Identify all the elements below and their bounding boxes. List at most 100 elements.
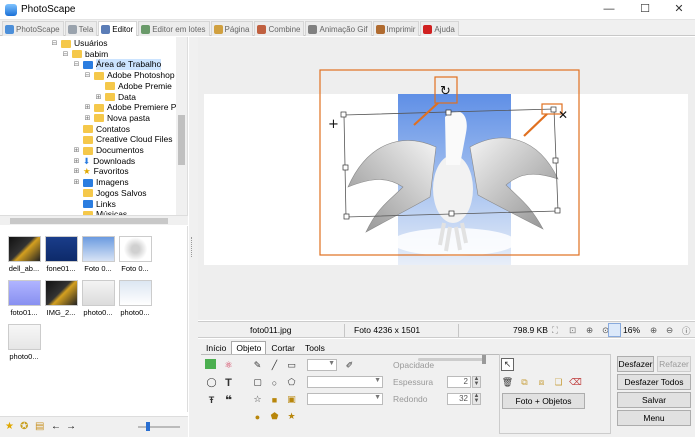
- tab-editor[interactable]: Editor: [98, 21, 138, 36]
- tab-combine[interactable]: Combine: [254, 21, 305, 36]
- open-folder-icon[interactable]: ▤: [35, 421, 44, 432]
- delete-object-icon[interactable]: ✕: [558, 108, 568, 122]
- panel-splitter[interactable]: [189, 37, 198, 437]
- expand-toggle-icon[interactable]: ⊟: [62, 49, 69, 60]
- quote-tool-icon[interactable]: ❝: [222, 393, 235, 407]
- forward-arrow-icon[interactable]: →: [66, 421, 76, 432]
- folder-tree-hscrollbar[interactable]: [0, 215, 188, 225]
- rounded-stepper[interactable]: ▲ ▼: [472, 393, 481, 405]
- scrollbar-thumb[interactable]: [178, 115, 185, 165]
- tree-item[interactable]: ⊟ Área de Trabalho: [73, 59, 162, 71]
- fill-rounded-tool-icon[interactable]: ▣: [285, 393, 298, 406]
- expand-toggle-icon[interactable]: ⊟: [84, 70, 91, 81]
- border-select[interactable]: ▼: [307, 393, 383, 405]
- tree-item[interactable]: ⊟ Adobe Photoshop: [84, 70, 175, 81]
- photo-objects-button[interactable]: Foto + Objetos: [502, 393, 585, 409]
- line-tool-icon[interactable]: ╱: [268, 359, 281, 372]
- select-cursor-icon[interactable]: ↖: [501, 358, 514, 371]
- folder-tree-scrollbar[interactable]: [176, 37, 187, 215]
- fill-rect-tool-icon[interactable]: ■: [268, 393, 281, 406]
- subtab-objeto[interactable]: Objeto: [231, 341, 267, 354]
- tree-item[interactable]: Creative Cloud Files: [73, 134, 173, 145]
- rotate-handle-icon[interactable]: ↻: [440, 84, 451, 99]
- rounded-input[interactable]: 32: [447, 393, 471, 405]
- fill-pentagon-tool-icon[interactable]: ⬟: [268, 410, 281, 423]
- menu-button[interactable]: Menu: [617, 410, 691, 426]
- tab-imprimir[interactable]: Imprimir: [372, 21, 420, 36]
- tree-item[interactable]: ⊞ Adobe Premiere P: [84, 102, 177, 113]
- zoom-out-icon[interactable]: ⊖: [666, 325, 673, 336]
- subtab-cortar[interactable]: Cortar: [266, 341, 300, 354]
- actual-size-icon[interactable]: ⊡: [569, 325, 576, 336]
- expand-toggle-icon[interactable]: ⊞: [73, 156, 80, 167]
- expand-toggle-icon[interactable]: ⊟: [51, 38, 58, 49]
- pentagon-tool-icon[interactable]: ⬠: [285, 376, 298, 389]
- thumbnail-item[interactable]: fone01...: [43, 236, 79, 273]
- tab-página[interactable]: Página: [210, 21, 254, 36]
- zoom-in-icon[interactable]: ⊕: [650, 325, 657, 336]
- expand-toggle-icon[interactable]: ⊞: [95, 92, 102, 103]
- thumbnail-item[interactable]: photo0...: [80, 280, 116, 317]
- rectangle-tool-icon[interactable]: ▭: [285, 359, 298, 372]
- color-picker-icon[interactable]: ✐: [343, 359, 356, 372]
- subtab-tools[interactable]: Tools: [300, 341, 330, 354]
- info-icon[interactable]: ⓘ: [682, 325, 691, 337]
- splitter-grip[interactable]: [191, 237, 196, 257]
- bring-front-icon[interactable]: ⧉: [518, 376, 531, 389]
- trash-icon[interactable]: 🗑: [501, 376, 514, 389]
- text-tool-icon[interactable]: T: [222, 376, 235, 389]
- thumbnail-item[interactable]: dell_ab...: [6, 236, 42, 273]
- thumbnail-item[interactable]: foto01...: [6, 280, 42, 317]
- brush-tool-icon[interactable]: ✎: [251, 359, 264, 372]
- send-back-icon[interactable]: ⧈: [535, 376, 548, 389]
- circle-tool-icon[interactable]: ○: [268, 376, 281, 389]
- subtab-início[interactable]: Início: [201, 341, 231, 354]
- tree-item[interactable]: ⊞ Imagens: [73, 177, 129, 188]
- favorite-star-icon[interactable]: ★: [5, 421, 14, 432]
- expand-toggle-icon[interactable]: ⊞: [73, 145, 80, 156]
- tab-ajuda[interactable]: Ajuda: [420, 21, 459, 36]
- undo-all-button[interactable]: Desfazer Todos: [617, 374, 691, 390]
- tree-item[interactable]: ⊟ babim: [62, 49, 109, 60]
- maximize-button[interactable]: ☐: [628, 0, 662, 20]
- tree-item[interactable]: ⊞ ★ Favoritos: [73, 166, 129, 177]
- duplicate-icon[interactable]: ❏: [552, 376, 565, 389]
- thumbnail-size-slider[interactable]: [138, 426, 180, 428]
- tree-item[interactable]: ⊞ Documentos: [73, 145, 144, 156]
- expand-toggle-icon[interactable]: ⊞: [84, 113, 91, 124]
- expand-toggle-icon[interactable]: ⊞: [73, 177, 80, 188]
- tab-photoscape[interactable]: PhotoScape: [2, 21, 64, 36]
- tab-animação-gif[interactable]: Animação Gif: [305, 21, 372, 36]
- thickness-input[interactable]: 2: [447, 376, 471, 388]
- back-arrow-icon[interactable]: ←: [51, 421, 61, 432]
- tree-item[interactable]: Adobe Premie: [95, 81, 172, 92]
- expand-toggle-icon[interactable]: ⊟: [73, 59, 80, 70]
- opacity-slider-knob[interactable]: [482, 355, 486, 364]
- undo-button[interactable]: Desfazer: [617, 356, 654, 372]
- folder-star-icon[interactable]: ✪: [20, 421, 28, 432]
- rounded-rect-tool-icon[interactable]: ▢: [251, 376, 264, 389]
- thumbnail-size-slider-knob[interactable]: [146, 422, 150, 431]
- tree-item[interactable]: ⊞ ⬇ Downloads: [73, 156, 136, 167]
- thumbnail-item[interactable]: photo0...: [117, 280, 153, 317]
- redo-button[interactable]: Refazer: [657, 356, 691, 372]
- thumbnail-item[interactable]: Foto 0...: [80, 236, 116, 273]
- fit-icon[interactable]: ⛶: [552, 325, 558, 336]
- thickness-stepper[interactable]: ▲ ▼: [472, 376, 481, 388]
- color-select[interactable]: ▼: [307, 376, 383, 388]
- close-button[interactable]: ✕: [662, 0, 695, 20]
- zoom-fit-icon[interactable]: ⊕: [586, 325, 593, 336]
- tree-item[interactable]: Contatos: [73, 124, 130, 135]
- tree-item[interactable]: ⊞ Nova pasta: [84, 113, 150, 124]
- editor-canvas[interactable]: ↻ ✕ +: [198, 37, 695, 320]
- minimize-button[interactable]: —: [592, 0, 626, 20]
- line-style-select[interactable]: ▼: [307, 359, 337, 371]
- expand-toggle-icon[interactable]: ⊞: [73, 166, 80, 177]
- expand-toggle-icon[interactable]: ⊞: [84, 102, 91, 113]
- save-button[interactable]: Salvar: [617, 392, 691, 408]
- icon-tool-icon[interactable]: ⚛: [222, 359, 235, 372]
- clear-objects-icon[interactable]: ⌫: [569, 376, 582, 389]
- tab-editor-em-lotes[interactable]: Editor em lotes: [138, 21, 210, 36]
- tree-item[interactable]: Links: [73, 199, 116, 210]
- thumbnail-item[interactable]: Foto 0...: [117, 236, 153, 273]
